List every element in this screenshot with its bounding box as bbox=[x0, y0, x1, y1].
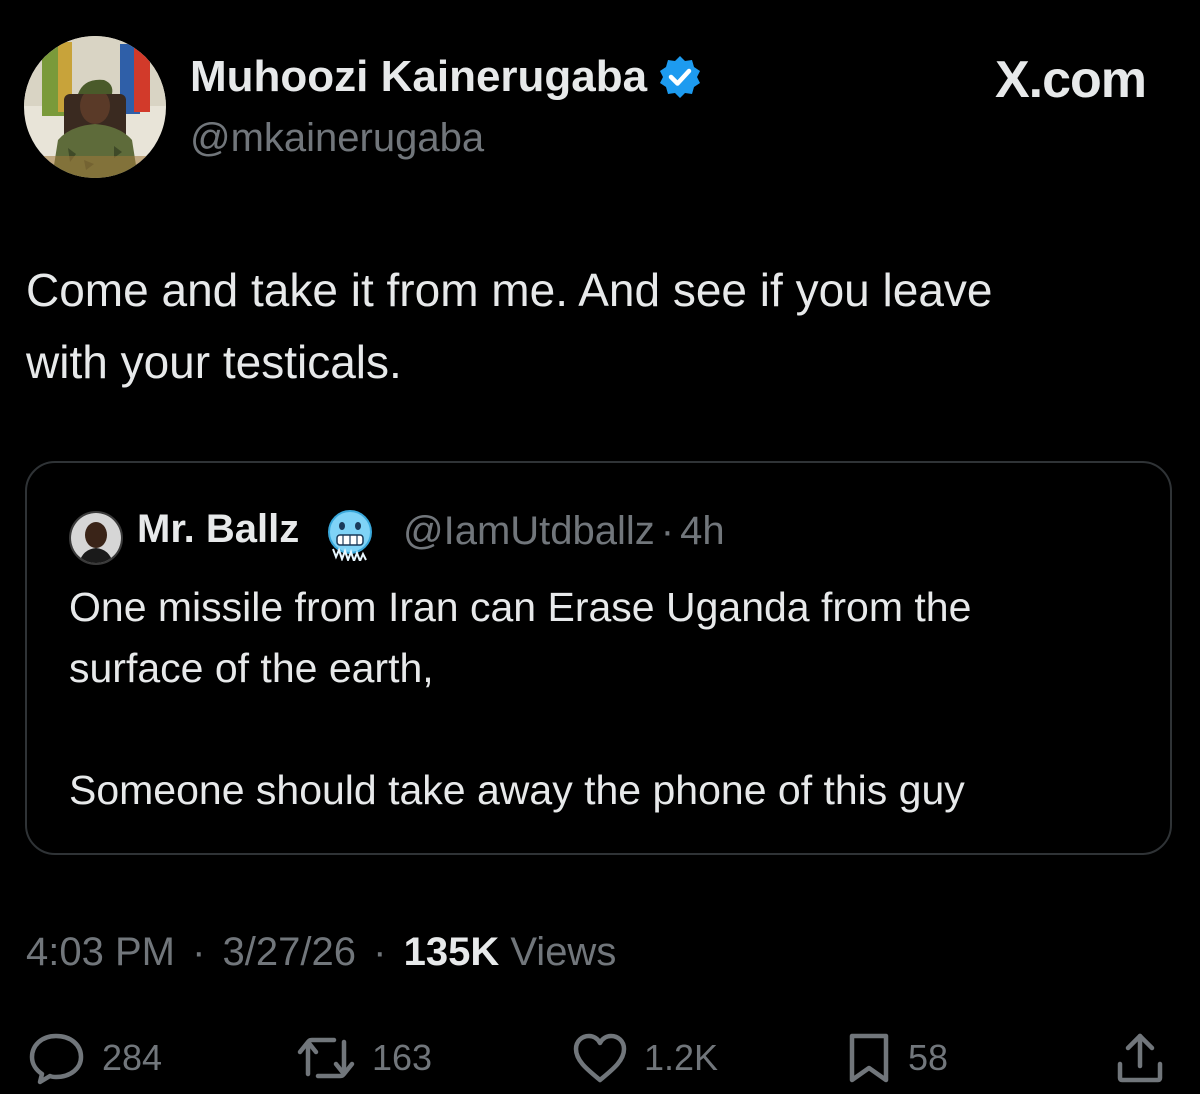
quoted-text-blank-line bbox=[69, 699, 1149, 760]
views-label: Views bbox=[510, 930, 617, 974]
quoted-tweet-card[interactable]: Mr. Ballz @IamUtdballz · 4h One missile fr… bbox=[25, 461, 1172, 855]
quoted-handle-and-age[interactable]: @IamUtdballz · 4h bbox=[403, 509, 725, 554]
author-name-text: Muhoozi Kainerugaba bbox=[190, 52, 648, 101]
quoted-age: 4h bbox=[680, 509, 725, 553]
quoted-handle: @IamUtdballz bbox=[403, 509, 655, 553]
bookmark-icon bbox=[844, 1030, 894, 1086]
bookmark-button[interactable]: 58 bbox=[844, 1030, 948, 1086]
tweet-meta-row: 4:03 PM · 3/27/26 · 135K Views bbox=[26, 930, 616, 975]
share-icon bbox=[1114, 1030, 1166, 1086]
quoted-text-line: Someone should take away the phone of th… bbox=[69, 767, 965, 813]
author-avatar[interactable] bbox=[24, 36, 166, 178]
bookmark-count: 58 bbox=[908, 1037, 949, 1078]
like-button[interactable]: 1.2K bbox=[570, 1030, 718, 1086]
reply-button[interactable]: 284 bbox=[26, 1030, 162, 1086]
tweet-text: Come and take it from me. And see if you… bbox=[26, 254, 1176, 398]
cold-face-emoji-icon bbox=[323, 507, 377, 564]
tweet-time[interactable]: 4:03 PM bbox=[26, 930, 175, 974]
quoted-author-avatar[interactable] bbox=[69, 511, 123, 565]
quoted-text-line: surface of the earth, bbox=[69, 645, 434, 691]
separator-dot: · bbox=[192, 930, 206, 974]
author-handle[interactable]: @mkainerugaba bbox=[190, 116, 484, 161]
separator-dot: · bbox=[660, 509, 675, 553]
quoted-tweet-text: One missile from Iran can Erase Uganda f… bbox=[69, 577, 1149, 821]
tweet-date[interactable]: 3/27/26 bbox=[223, 930, 356, 974]
reply-count: 284 bbox=[102, 1037, 163, 1078]
repost-icon bbox=[294, 1030, 358, 1086]
repost-button[interactable]: 163 bbox=[294, 1030, 432, 1086]
like-count: 1.2K bbox=[644, 1037, 719, 1078]
separator-dot: · bbox=[373, 930, 387, 974]
tweet-text-line: Come and take it from me. And see if you… bbox=[26, 264, 993, 316]
views-count: 135K bbox=[403, 930, 500, 974]
heart-icon bbox=[570, 1030, 630, 1086]
share-button[interactable] bbox=[1114, 1030, 1166, 1086]
repost-count: 163 bbox=[372, 1037, 433, 1078]
quoted-author-name[interactable]: Mr. Ballz bbox=[137, 507, 299, 552]
verified-badge-icon bbox=[657, 54, 703, 100]
reply-icon bbox=[26, 1030, 88, 1086]
author-display-name[interactable]: Muhoozi Kainerugaba bbox=[190, 52, 703, 102]
x-com-brand-logo: X.com bbox=[994, 51, 1147, 109]
tweet-text-line: with your testicals. bbox=[26, 336, 402, 388]
quoted-text-line: One missile from Iran can Erase Uganda f… bbox=[69, 584, 972, 630]
